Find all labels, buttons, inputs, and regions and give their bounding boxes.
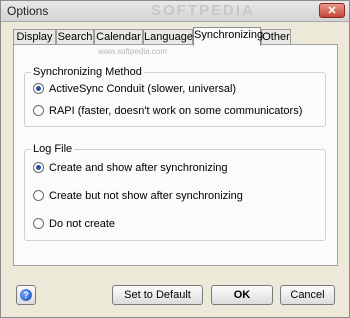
tab-search[interactable]: Search: [56, 29, 94, 45]
radio-rapi[interactable]: RAPI (faster, doesn't work on some commu…: [33, 103, 302, 119]
window-title: Options: [7, 4, 49, 18]
tab-calendar[interactable]: Calendar: [94, 29, 143, 45]
synchronizing-panel: www.softpedia.com Synchronizing Method A…: [13, 44, 338, 266]
close-button[interactable]: ✕: [319, 3, 345, 18]
sync-method-group: Synchronizing Method ActiveSync Conduit …: [24, 66, 326, 127]
radio-create-show[interactable]: Create and show after synchronizing: [33, 160, 228, 176]
ok-button[interactable]: OK: [211, 285, 273, 305]
log-file-group: Log File Create and show after synchroni…: [24, 143, 326, 241]
radio-rapi-label: RAPI (faster, doesn't work on some commu…: [49, 105, 303, 117]
close-icon: ✕: [327, 5, 337, 17]
sync-method-label: Synchronizing Method: [31, 66, 144, 78]
radio-create-no-show-label: Create but not show after synchronizing: [49, 190, 243, 202]
radio-selected-icon[interactable]: [33, 161, 44, 173]
tab-language[interactable]: Language: [143, 29, 193, 45]
radio-unselected-icon[interactable]: [33, 189, 44, 201]
radio-activesync-label: ActiveSync Conduit (slower, universal): [49, 83, 237, 95]
log-file-label: Log File: [31, 143, 75, 155]
radio-create-show-label: Create and show after synchronizing: [49, 162, 228, 174]
radio-activesync[interactable]: ActiveSync Conduit (slower, universal): [33, 81, 236, 97]
help-button[interactable]: ?: [16, 285, 36, 305]
options-window: Options SOFTPEDIA ✕ Display Search Calen…: [0, 0, 350, 318]
set-to-default-button[interactable]: Set to Default: [112, 285, 203, 305]
radio-selected-icon[interactable]: [33, 82, 44, 94]
tab-display[interactable]: Display: [13, 29, 56, 45]
softpedia-watermark: SOFTPEDIA: [151, 2, 255, 19]
title-bar[interactable]: Options SOFTPEDIA ✕: [1, 1, 349, 22]
tab-other[interactable]: Other: [261, 29, 291, 45]
radio-unselected-icon[interactable]: [33, 104, 44, 116]
tab-synchronizing[interactable]: Synchronizing: [193, 27, 263, 46]
radio-unselected-icon[interactable]: [33, 217, 44, 229]
softpedia-url-watermark: www.softpedia.com: [98, 47, 167, 56]
radio-create-no-show[interactable]: Create but not show after synchronizing: [33, 188, 243, 204]
cancel-button[interactable]: Cancel: [280, 285, 335, 305]
radio-do-not-create-label: Do not create: [49, 218, 116, 230]
help-icon: ?: [20, 289, 32, 301]
radio-do-not-create[interactable]: Do not create: [33, 216, 115, 232]
